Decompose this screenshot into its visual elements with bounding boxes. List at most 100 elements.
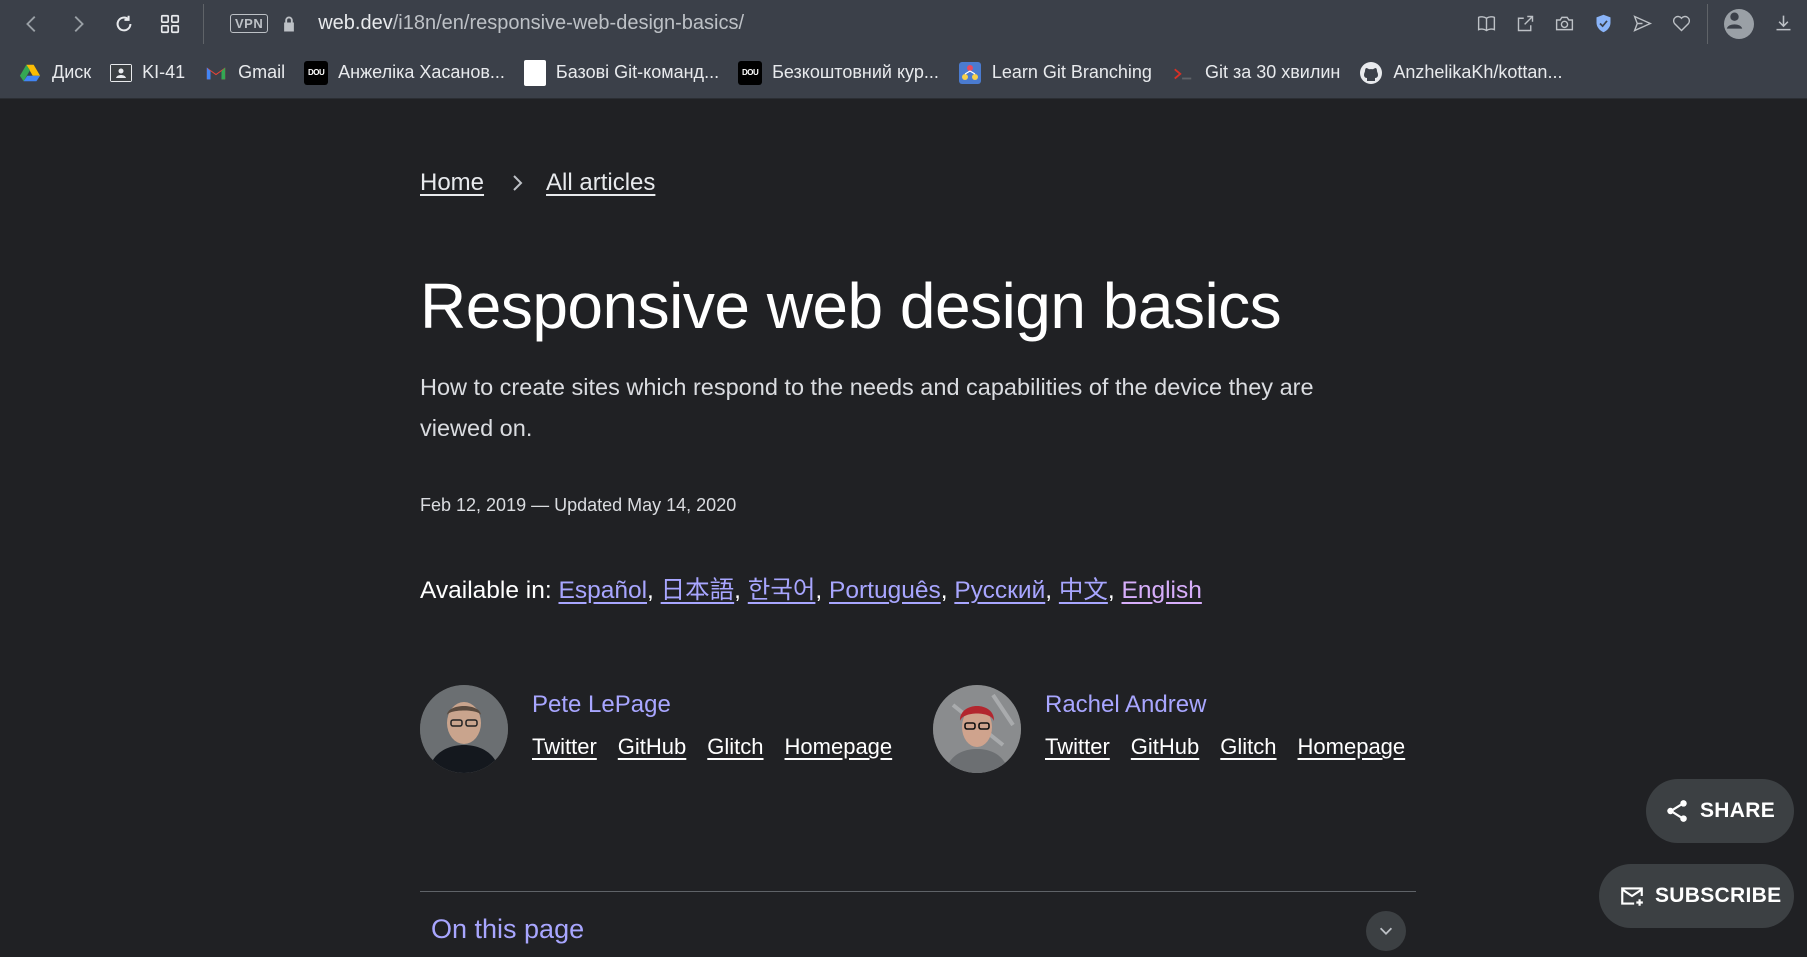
send-icon <box>1633 15 1653 32</box>
author-info: Rachel Andrew Twitter GitHub Glitch Home… <box>1045 685 1426 773</box>
favorites-button[interactable] <box>1662 0 1701 47</box>
share-label: SHARE <box>1700 799 1776 822</box>
bookmark-label: Базові Git-команд... <box>555 62 720 82</box>
bookmark-label: Learn Git Branching <box>991 62 1152 82</box>
book-icon <box>1477 16 1496 32</box>
browser-toolbar: VPN web.dev/i18n/en/responsive-web-desig… <box>0 0 1807 47</box>
document-icon <box>523 59 546 86</box>
snapshot-edit-button[interactable] <box>1506 0 1545 47</box>
bookmark-dou-profile[interactable]: DOU Анжеліка Хасанов... <box>304 60 505 85</box>
on-this-page-heading[interactable]: On this page <box>431 914 584 945</box>
author-name[interactable]: Rachel Andrew <box>1045 691 1426 719</box>
reload-button[interactable] <box>101 0 147 47</box>
author-github-link[interactable]: GitHub <box>1131 734 1199 760</box>
bookmark-learn-git-branching[interactable]: Learn Git Branching <box>958 61 1152 85</box>
language-link-ko[interactable]: 한국어 <box>748 577 816 604</box>
chevron-right-icon <box>74 15 84 32</box>
breadcrumb-home-link[interactable]: Home <box>420 169 484 197</box>
url-host: web.dev <box>318 12 393 34</box>
vpn-badge[interactable]: VPN <box>230 14 269 33</box>
on-this-page-toggle[interactable] <box>1366 911 1406 951</box>
google-drive-icon <box>18 61 42 85</box>
author-links: Twitter GitHub Glitch Homepage <box>532 734 913 760</box>
bookmarks-bar: Диск KI-41 Gmail DOU Анжеліка Хасанов...… <box>0 47 1807 99</box>
toolbar-divider-right <box>1707 3 1708 44</box>
forward-button[interactable] <box>55 0 101 47</box>
bookmark-git-30-minutes[interactable]: Git за 30 хвилин <box>1171 61 1340 85</box>
author-github-link[interactable]: GitHub <box>618 734 686 760</box>
page-subtitle: How to create sites which respond to the… <box>420 374 1314 441</box>
url-path: /i18n/en/responsive-web-design-basics/ <box>392 12 745 34</box>
available-languages: Available in: Español, 日本語, 한국어, Portugu… <box>420 577 1202 604</box>
dou-icon: DOU <box>304 60 329 85</box>
bookmark-git-commands[interactable]: Базові Git-команд... <box>523 59 720 86</box>
send-button[interactable] <box>1623 0 1662 47</box>
shield-check-icon <box>1596 14 1611 33</box>
author-card: Pete LePage Twitter GitHub Glitch Homepa… <box>420 685 913 773</box>
divider <box>420 891 1416 892</box>
chevron-left-icon <box>26 15 36 32</box>
edit-export-icon <box>1517 15 1534 32</box>
bookmark-label: AnzhelikaKh/kottan... <box>1393 62 1563 82</box>
bookmark-gmail[interactable]: Gmail <box>204 61 285 85</box>
profile-avatar-icon <box>1724 8 1754 39</box>
available-label: Available in: <box>420 577 552 604</box>
tabs-overview-button[interactable] <box>147 0 193 47</box>
author-info: Pete LePage Twitter GitHub Glitch Homepa… <box>532 685 913 773</box>
breadcrumb: Home All articles <box>420 169 655 197</box>
author-twitter-link[interactable]: Twitter <box>532 734 597 760</box>
author-twitter-link[interactable]: Twitter <box>1045 734 1110 760</box>
bookmark-dou-course[interactable]: DOU Безкоштовний кур... <box>738 60 939 85</box>
download-icon <box>1776 15 1791 31</box>
git-branching-icon <box>958 61 982 85</box>
profile-button[interactable] <box>1714 0 1764 47</box>
address-bar[interactable]: web.dev/i18n/en/responsive-web-design-ba… <box>318 12 744 35</box>
author-avatar[interactable] <box>420 685 508 773</box>
mail-add-icon <box>1621 887 1643 906</box>
grid-icon <box>160 14 180 33</box>
share-button[interactable]: SHARE <box>1646 779 1794 843</box>
bookmark-label: Git за 30 хвилин <box>1204 62 1341 82</box>
bookmark-github-repo[interactable]: AnzhelikaKh/kottan... <box>1359 61 1562 85</box>
heart-icon <box>1672 15 1691 32</box>
lock-icon[interactable] <box>280 14 298 34</box>
subscribe-label: SUBSCRIBE <box>1655 884 1782 907</box>
author-avatar[interactable] <box>933 685 1021 773</box>
chevron-down-icon <box>1379 927 1393 935</box>
bookmark-label: KI-41 <box>142 62 186 82</box>
author-homepage-link[interactable]: Homepage <box>785 734 893 760</box>
gmail-icon <box>204 61 228 85</box>
language-link-pt[interactable]: Português <box>829 577 941 604</box>
author-glitch-link[interactable]: Glitch <box>1220 734 1276 760</box>
terminal-icon <box>1171 61 1195 85</box>
page-title: Responsive web design basics <box>420 270 1282 342</box>
author-glitch-link[interactable]: Glitch <box>707 734 763 760</box>
screenshot-button[interactable] <box>1545 0 1584 47</box>
toolbar-right-icons <box>1467 0 1807 47</box>
reader-mode-button[interactable] <box>1467 0 1506 47</box>
bookmark-label: Gmail <box>238 62 286 82</box>
camera-icon <box>1555 16 1574 31</box>
language-link-ru[interactable]: Русский <box>954 577 1045 604</box>
reload-icon <box>116 15 132 31</box>
github-icon <box>1359 61 1383 85</box>
toolbar-divider <box>203 3 204 44</box>
subscribe-button[interactable]: SUBSCRIBE <box>1599 864 1794 928</box>
bookmark-drive[interactable]: Диск <box>18 61 91 85</box>
breadcrumb-all-articles-link[interactable]: All articles <box>546 169 655 197</box>
author-name[interactable]: Pete LePage <box>532 691 913 719</box>
share-icon <box>1667 800 1687 822</box>
adblock-button[interactable] <box>1584 0 1623 47</box>
bookmark-ki41[interactable]: KI-41 <box>110 62 185 83</box>
author-homepage-link[interactable]: Homepage <box>1298 734 1406 760</box>
language-link-en[interactable]: English <box>1122 577 1202 604</box>
language-link-es[interactable]: Español <box>558 577 647 604</box>
publish-date: Feb 12, 2019 — Updated May 14, 2020 <box>420 495 737 515</box>
back-button[interactable] <box>9 0 55 47</box>
chevron-right-icon <box>513 175 523 191</box>
classroom-icon <box>110 63 133 82</box>
bookmark-label: Анжеліка Хасанов... <box>338 62 505 82</box>
language-link-ja[interactable]: 日本語 <box>661 577 735 604</box>
language-link-zh[interactable]: 中文 <box>1059 577 1108 604</box>
downloads-button[interactable] <box>1764 0 1803 47</box>
